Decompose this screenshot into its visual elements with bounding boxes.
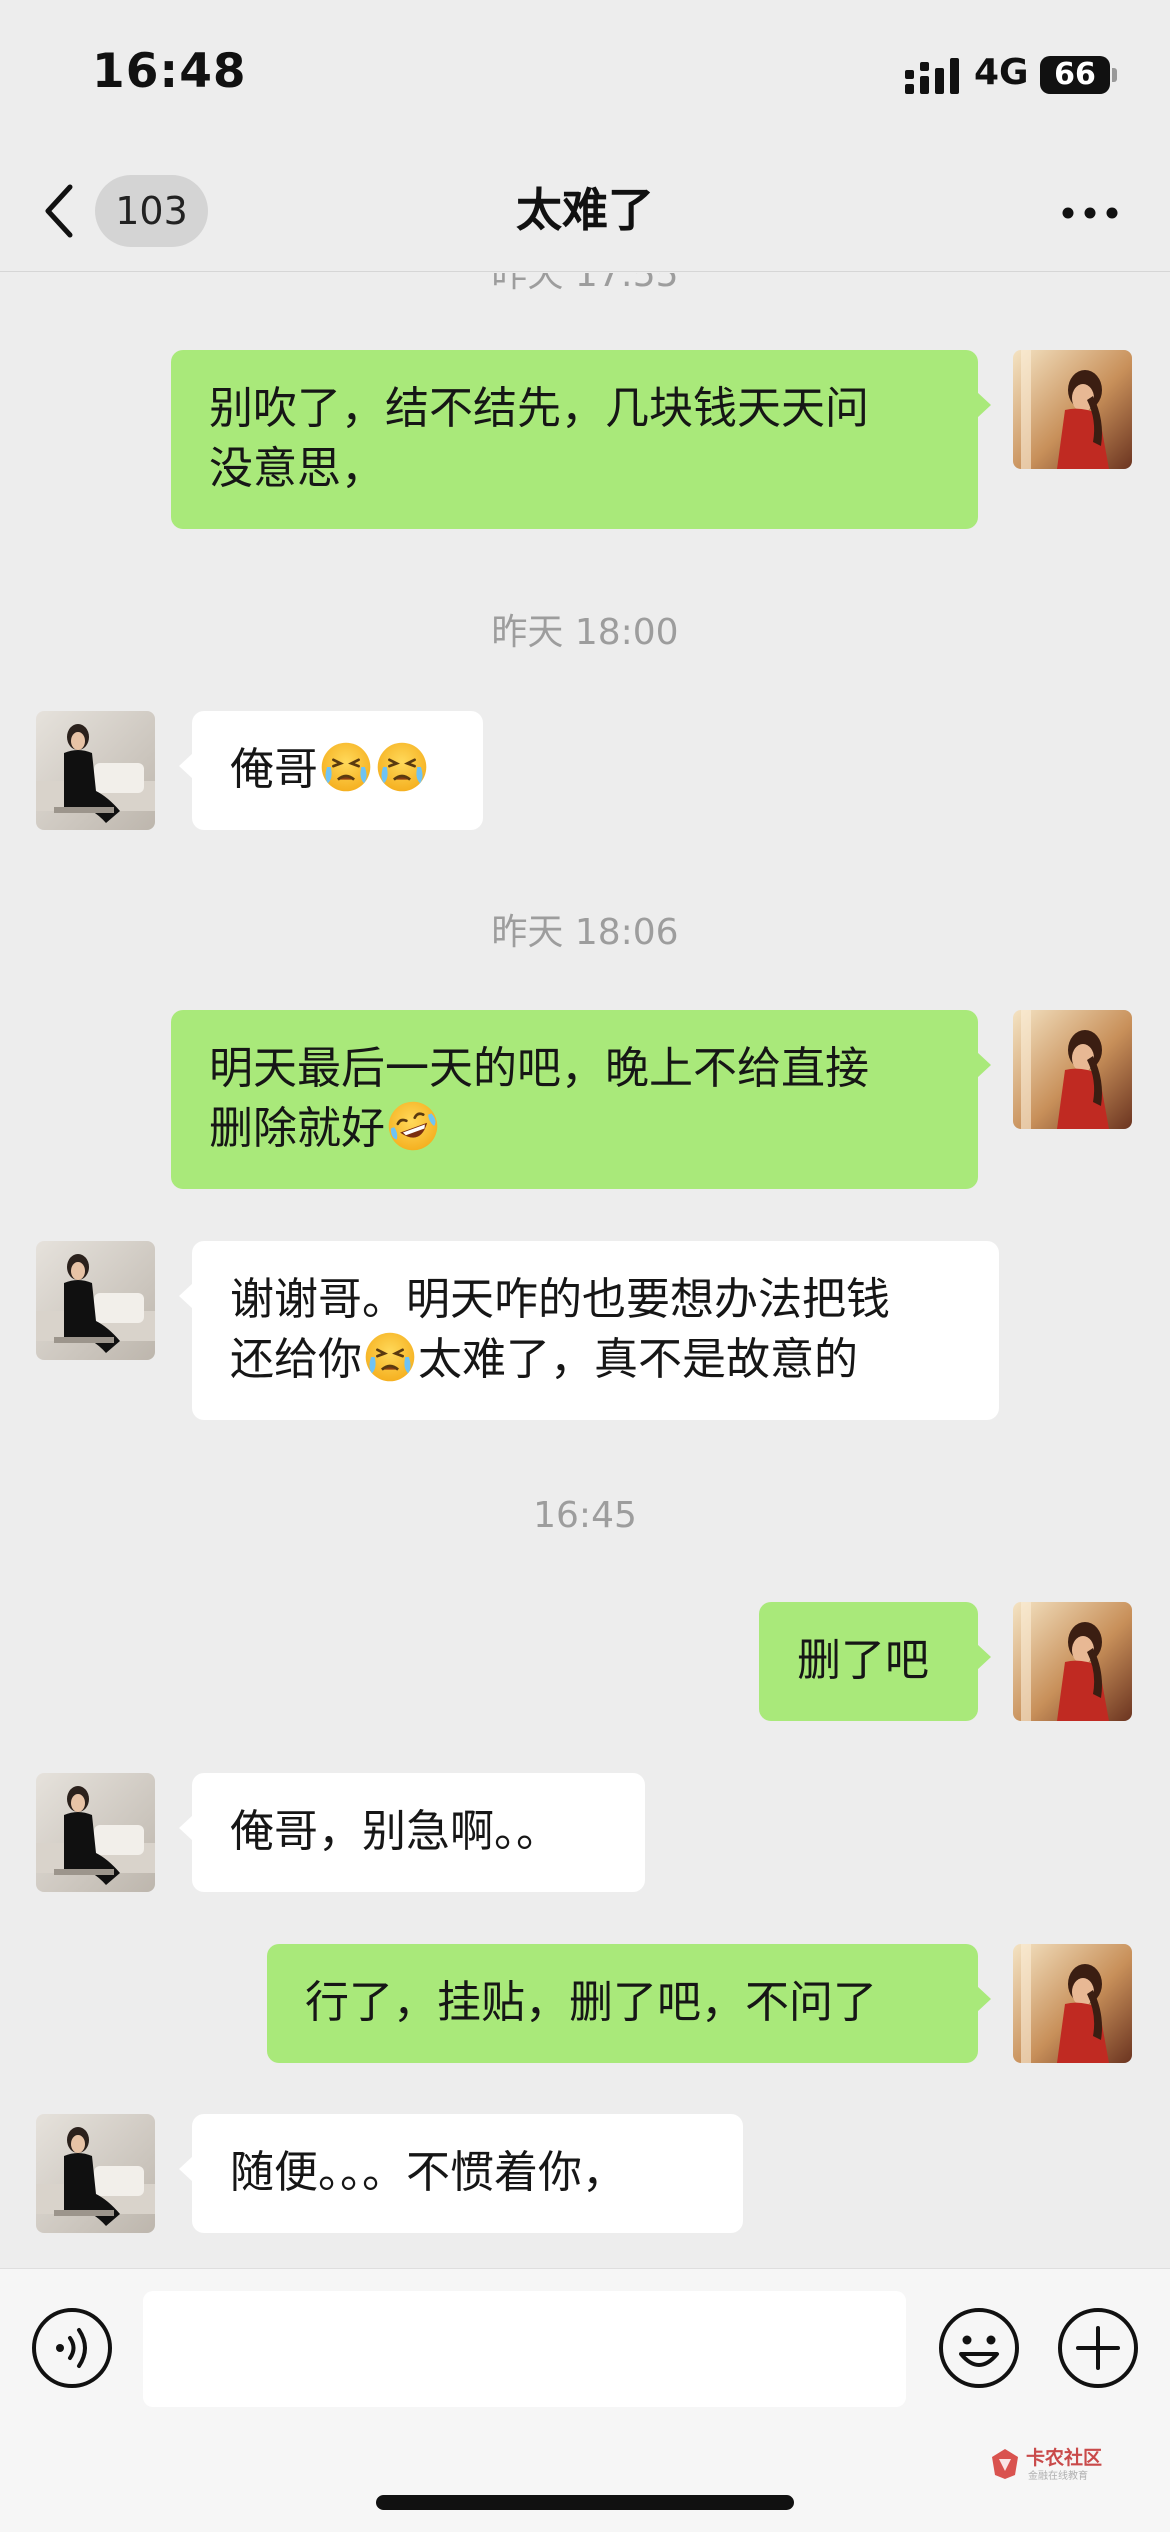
emoji-picker-icon[interactable]	[937, 2306, 1021, 2390]
timestamp: 昨天 17:55	[491, 273, 679, 295]
message-text: 随便。。。不惯着你，	[230, 2147, 626, 2198]
outgoing-message-bubble[interactable]: 删了吧	[759, 1602, 991, 1721]
message-text: 还给你	[230, 1334, 362, 1385]
contact-avatar[interactable]	[36, 711, 155, 830]
chat-header: 103 太难了	[0, 150, 1170, 272]
watermark-subtitle: 金融在线教育	[1028, 2471, 1088, 2482]
input-toolbar: 卡农社区 金融在线教育	[0, 2268, 1170, 2532]
my-avatar[interactable]	[1013, 1602, 1132, 1721]
message-text: 太难了，真不是故意的	[418, 1334, 858, 1385]
my-avatar[interactable]	[1013, 350, 1132, 469]
crying-face-emoji-icon	[363, 1330, 417, 1384]
message-text: 俺哥，别急啊。。	[230, 1806, 560, 1857]
timestamp: 昨天 18:00	[491, 612, 679, 653]
timestamp: 16:45	[533, 1495, 637, 1536]
outgoing-message-bubble[interactable]: 别吹了，结不结先，几块钱天天问 没意思，	[171, 350, 991, 529]
contact-avatar[interactable]	[36, 1241, 155, 1360]
my-avatar[interactable]	[1013, 1010, 1132, 1129]
home-indicator[interactable]	[376, 2495, 794, 2510]
crying-face-emoji-icon	[375, 740, 429, 794]
battery-level: 66	[1040, 56, 1110, 94]
watermark-title: 卡农社区	[1026, 2447, 1103, 2469]
battery-tip-icon	[1112, 68, 1117, 82]
message-text: 行了，挂贴，删了吧，不问了	[305, 1977, 877, 2028]
plus-more-icon[interactable]	[1056, 2306, 1140, 2390]
crying-face-emoji-icon	[319, 740, 373, 794]
timestamp: 昨天 18:06	[491, 912, 679, 953]
incoming-message-bubble[interactable]: 俺哥	[179, 711, 483, 830]
my-avatar[interactable]	[1013, 1944, 1132, 2063]
message-text: 明天最后一天的吧，晚上不给直接	[209, 1043, 869, 1094]
message-text: 别吹了，结不结先，几块钱天天问	[209, 383, 869, 434]
watermark-logo-icon	[992, 2449, 1018, 2479]
message-text: 删除就好	[209, 1103, 385, 1154]
rolling-laughing-emoji-icon	[386, 1099, 440, 1153]
incoming-message-bubble[interactable]: 随便。。。不惯着你，	[179, 2114, 743, 2233]
incoming-message-bubble[interactable]: 俺哥，别急啊。。	[179, 1773, 645, 1892]
message-input[interactable]	[143, 2291, 906, 2407]
message-text: 删了吧	[797, 1635, 929, 1686]
message-text: 没意思，	[209, 443, 385, 494]
message-list[interactable]: 昨天 17:55 别吹了，结不结先，几块钱天天问 没意思， 昨天 18:00 俺…	[0, 273, 1170, 2268]
signal-bars-icon	[905, 58, 959, 94]
outgoing-message-bubble[interactable]: 明天最后一天的吧，晚上不给直接 删除就好	[171, 1010, 991, 1189]
status-time: 16:48	[92, 44, 247, 99]
contact-avatar[interactable]	[36, 1773, 155, 1892]
message-text: 俺哥	[230, 744, 318, 795]
more-options-icon[interactable]	[1055, 188, 1125, 238]
voice-input-icon[interactable]	[30, 2306, 114, 2390]
incoming-message-bubble[interactable]: 谢谢哥。明天咋的也要想办法把钱 还给你 太难了，真不是故意的	[179, 1241, 999, 1420]
chevron-left-icon	[45, 184, 73, 238]
back-button[interactable]: 103	[40, 175, 220, 247]
outgoing-message-bubble[interactable]: 行了，挂贴，删了吧，不问了	[267, 1944, 991, 2063]
message-text: 谢谢哥。明天咋的也要想办法把钱	[230, 1274, 890, 1325]
chat-title: 太难了	[516, 183, 654, 237]
status-bar: 16:48 4G 66	[0, 0, 1170, 150]
watermark: 卡农社区 金融在线教育	[988, 2443, 1148, 2487]
contact-avatar[interactable]	[36, 2114, 155, 2233]
network-type-label: 4G	[974, 52, 1029, 93]
unread-count-badge: 103	[95, 175, 208, 247]
